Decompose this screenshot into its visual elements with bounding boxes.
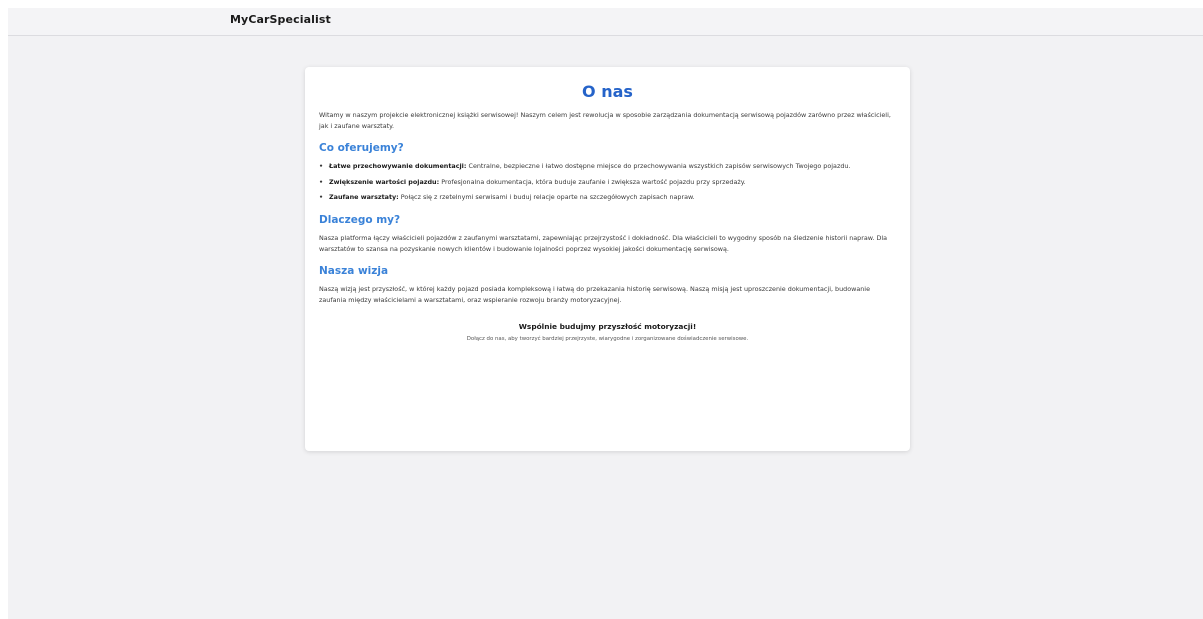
offer-item-text: Połącz się z rzetelnymi serwisami i budu… [400,193,695,202]
offer-list: • Łatwe przechowywanie dokumentacji: Cent… [319,161,896,203]
about-card: O nas Witamy w naszym projekcie elektron… [305,67,910,451]
why-heading: Dlaczego my? [319,213,401,226]
offer-list-item: • Łatwe przechowywanie dokumentacji: Cent… [319,161,896,172]
offer-list-item: • Zwiększenie wartości pojazdu: Profesjon… [319,177,896,188]
bullet-icon: • [319,193,324,202]
page-title: O nas [582,82,633,101]
brand-logo-link[interactable]: MyCarSpecialist [230,13,331,26]
offer-item-title: Zwiększenie wartości pojazdu: [329,177,440,186]
offer-item-title: Zaufane warsztaty: [329,193,399,202]
offer-heading: Co oferujemy? [319,142,404,155]
offer-list-item: • Zaufane warsztaty: Połącz się z rzeteln… [319,192,896,203]
offer-item-text: Profesjonalna dokumentacja, która buduje… [441,177,746,186]
offer-item-text: Centralne, bezpieczne i łatwo dostępne m… [468,162,851,171]
offer-item-title: Łatwe przechowywanie dokumentacji: [329,162,467,171]
vision-paragraph: Naszą wizją jest przyszłość, w której ka… [319,285,871,304]
bullet-icon: • [319,162,324,171]
top-navbar: MyCarSpecialist [8,8,1203,36]
closing-subtitle: Dołącz do nas, aby tworzyć bardziej prze… [466,336,749,343]
vision-heading: Nasza wizja [319,265,389,278]
bullet-icon: • [319,177,324,186]
closing-section: Wspólnie budujmy przyszłość motoryzacji!… [319,321,896,345]
intro-paragraph: Witamy w naszym projekcie elektronicznej… [319,111,891,130]
why-paragraph: Nasza platforma łączy właścicieli pojazd… [319,233,888,253]
page-viewport: MyCarSpecialist O nas Witamy w naszym pr… [8,8,1203,619]
closing-title: Wspólnie budujmy przyszłość motoryzacji! [518,322,697,332]
